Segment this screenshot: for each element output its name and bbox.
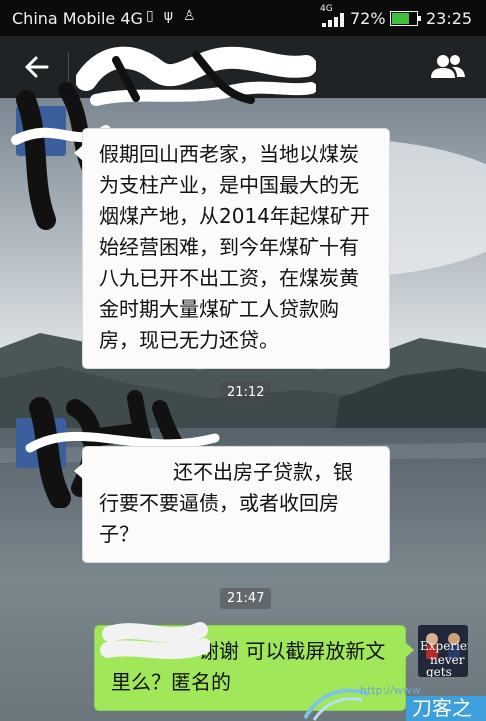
message-line: 始经营困难，到今年煤矿十有 [99, 235, 359, 259]
my-avatar[interactable]: Experience never gets old. [418, 625, 468, 677]
battery-icon [390, 11, 421, 26]
message-timestamp: 21:47 [220, 588, 272, 609]
message-timestamp: 21:12 [220, 382, 272, 403]
message-line: 子？ [99, 522, 139, 546]
usb-icon: ψ [163, 8, 183, 24]
signal-icon [322, 13, 344, 27]
notification-icons: ▯ψ♙ [146, 8, 206, 24]
title-divider [68, 52, 69, 82]
clock: 23:25 [426, 9, 473, 28]
message-line: 房，现已无力还贷。 [99, 328, 279, 352]
watermark-brand: 刀客之家 [406, 696, 486, 721]
avatar-text: Experience [420, 639, 468, 653]
android-icon: ♙ [182, 8, 206, 24]
message-line: 行要不要逼债，或者收回房 [99, 491, 339, 515]
message-line: 假期回山西老家，当地以煤炭 [99, 142, 359, 166]
avatar-text: gets old. [426, 665, 452, 677]
message-line: 烟煤产地，从2014年起煤矿开 [99, 204, 370, 228]
status-bar: China Mobile 4G ▯ψ♙ 4G 72% 23:25 [0, 0, 486, 36]
chat-screen: China Mobile 4G ▯ψ♙ 4G 72% 23:25 假期回山西老家… [0, 0, 486, 721]
back-arrow-icon[interactable] [20, 50, 54, 84]
message-line: 还不出房子贷款，银 [173, 460, 353, 484]
redaction-scribble-sent [100, 622, 210, 659]
battery-percent: 72% [350, 9, 386, 28]
message-line: 八九已开不出工资，在煤炭黄 [99, 266, 359, 290]
carrier-label: China Mobile 4G [12, 9, 143, 28]
chat-members-icon[interactable] [428, 50, 468, 84]
message-line: 谢谢 可以截屏放新文 [199, 639, 386, 663]
received-message-bubble[interactable]: 假期回山西老家，当地以煤炭 为支柱产业，是中国最大的无 烟煤产地，从2014年起… [74, 128, 390, 369]
received-message-bubble[interactable]: 还不出房子贷款，银 行要不要逼债，或者收回房 子？ [74, 446, 390, 563]
sim-icon: ▯ [146, 8, 164, 24]
message-line: 为支柱产业，是中国最大的无 [99, 173, 359, 197]
message-line: 金时期大量煤矿工人贷款购 [99, 297, 339, 321]
